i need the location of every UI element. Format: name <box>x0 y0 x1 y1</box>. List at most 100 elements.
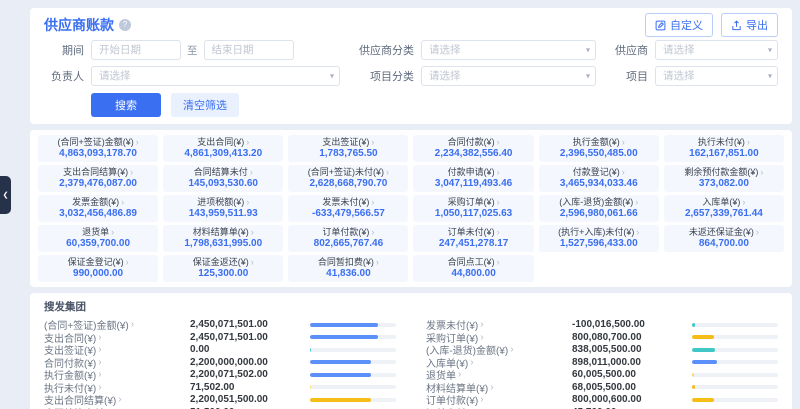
group-metric-row[interactable]: 合同付款(¥)› 2,200,000,000.00 <box>44 357 396 368</box>
summary-metric-card[interactable]: 退货单› 60,359,700.00 <box>38 225 158 252</box>
chevron-right-icon: › <box>490 382 493 393</box>
sidebar-collapse-handle[interactable]: ❮ <box>0 176 11 214</box>
export-button[interactable]: 导出 <box>721 13 778 37</box>
metric-mini-bar <box>310 385 396 389</box>
metric-mini-bar <box>310 360 396 364</box>
summary-metric-card[interactable]: 付款申请(¥)› 3,047,119,493.46 <box>413 165 533 192</box>
filter-supplier: 供应商 ▾ <box>608 40 778 60</box>
group-name: 搜发集团 <box>44 299 778 314</box>
group-metric-value: 2,200,071,502.00 <box>190 369 310 380</box>
group-metric-row[interactable]: 发票未付(¥)› -100,016,500.00 <box>426 319 778 330</box>
summary-metric-card[interactable]: (执行+入库)未付(¥)› 1,527,596,433.00 <box>539 225 659 252</box>
group-metric-value: 60,005,500.00 <box>572 369 692 380</box>
group-metric-row[interactable]: 支出签证(¥)› 0.00 <box>44 344 396 355</box>
main-content: 供应商账款 ? 自定义 导出 <box>30 8 792 409</box>
summary-metric-card[interactable]: 合同付款(¥)› 2,234,382,556.40 <box>413 135 533 162</box>
group-metric-row[interactable]: 采购订单(¥)› 800,080,700.00 <box>426 332 778 343</box>
bar-fill <box>310 335 378 339</box>
group-metric-value: 800,080,700.00 <box>572 332 692 343</box>
supplier-select[interactable] <box>655 40 778 60</box>
summary-metric-card[interactable]: 支出签证(¥)› 1,783,765.50 <box>288 135 408 162</box>
metric-label: 合同暂扣费(¥)› <box>290 257 406 267</box>
chevron-right-icon: › <box>470 357 473 368</box>
metric-label: 剩余预付款金额(¥)› <box>666 167 782 177</box>
chevron-right-icon: › <box>98 344 101 355</box>
summary-metric-card[interactable]: 未返还保证金(¥)› 864,700.00 <box>664 225 784 252</box>
chevron-right-icon: › <box>118 394 121 405</box>
metric-value: 4,861,309,413.20 <box>165 148 281 159</box>
group-metric-row[interactable]: (入库-退货)金额(¥)› 838,005,500.00 <box>426 344 778 355</box>
bar-fill <box>692 360 717 364</box>
summary-metrics-grid: (合同+签证)金额(¥)› 4,863,093,178.70 支出合同(¥)› … <box>38 135 784 282</box>
supplier-category-select[interactable] <box>421 40 596 60</box>
chevron-right-icon: › <box>497 227 500 237</box>
metric-mini-bar <box>692 385 778 389</box>
group-metric-row[interactable]: 执行未付(¥)› 71,502.00 <box>44 382 396 393</box>
search-button[interactable]: 搜索 <box>91 93 161 117</box>
bar-fill <box>692 398 714 402</box>
chevron-right-icon: › <box>497 167 500 177</box>
summary-metric-card[interactable]: 采购订单(¥)› 1,050,117,025.63 <box>413 195 533 222</box>
chevron-right-icon: › <box>756 227 759 237</box>
summary-metric-card[interactable]: 进项税额(¥)› 143,959,511.93 <box>163 195 283 222</box>
bar-fill <box>310 360 371 364</box>
metric-label: 订单付款(¥)› <box>290 227 406 237</box>
summary-metric-card[interactable]: 合同点工(¥)› 44,800.00 <box>413 255 533 282</box>
summary-metric-card[interactable]: 剩余预付款金额(¥)› 373,082.00 <box>664 165 784 192</box>
chevron-right-icon: › <box>371 227 374 237</box>
summary-metric-card[interactable]: (合同+签证)未付(¥)› 2,628,668,790.70 <box>288 165 408 192</box>
summary-metric-card[interactable]: 发票未付(¥)› -633,479,566.57 <box>288 195 408 222</box>
summary-metric-card[interactable]: 支出合同(¥)› 4,861,309,413.20 <box>163 135 283 162</box>
project-category-select[interactable] <box>421 66 596 86</box>
summary-metric-card[interactable]: 订单未付(¥)› 247,451,278.17 <box>413 225 533 252</box>
summary-metric-card[interactable]: (合同+签证)金额(¥)› 4,863,093,178.70 <box>38 135 158 162</box>
filter-period-label: 期间 <box>44 42 84 58</box>
chevron-right-icon: › <box>111 227 114 237</box>
group-metric-value: 898,011,000.00 <box>572 357 692 368</box>
summary-metric-card[interactable]: 合同暂扣费(¥)› 41,836.00 <box>288 255 408 282</box>
group-metric-row[interactable]: 入库单(¥)› 898,011,000.00 <box>426 357 778 368</box>
group-metric-row[interactable]: 支出合同(¥)› 2,450,071,501.00 <box>44 332 396 343</box>
clear-filters-button[interactable]: 清空筛选 <box>171 93 239 117</box>
summary-metric-card[interactable]: 保证金返还(¥)› 125,300.00 <box>163 255 283 282</box>
chevron-right-icon: › <box>136 137 139 147</box>
chevron-left-icon: ❮ <box>3 191 9 199</box>
end-date-input[interactable] <box>204 40 294 60</box>
group-metric-value: 0.00 <box>190 344 310 355</box>
summary-metric-card[interactable]: 材料结算单(¥)› 1,798,631,995.00 <box>163 225 283 252</box>
group-metric-row[interactable]: 执行金额(¥)› 2,200,071,502.00 <box>44 369 396 380</box>
group-metric-row[interactable]: 退货单› 60,005,500.00 <box>426 369 778 380</box>
summary-metric-card[interactable]: 订单付款(¥)› 802,665,767.46 <box>288 225 408 252</box>
metric-label: 合同结算未付› <box>165 167 281 177</box>
bar-fill <box>310 348 311 352</box>
project-select[interactable] <box>655 66 778 86</box>
summary-metrics-panel: (合同+签证)金额(¥)› 4,863,093,178.70 支出合同(¥)› … <box>30 130 792 287</box>
filter-supplier-category-label: 供应商分类 <box>352 42 414 58</box>
summary-metric-card[interactable]: 付款登记(¥)› 3,465,934,033.46 <box>539 165 659 192</box>
summary-metric-card[interactable]: (入库-退货)金额(¥)› 2,596,980,061.66 <box>539 195 659 222</box>
metric-value: 162,167,851.00 <box>666 148 782 159</box>
start-date-input[interactable] <box>91 40 181 60</box>
owner-select[interactable] <box>91 66 340 86</box>
group-metric-row[interactable]: 材料结算单(¥)› 68,005,500.00 <box>426 382 778 393</box>
summary-metric-card[interactable]: 保证金登记(¥)› 990,000.00 <box>38 255 158 282</box>
metric-value: 990,000.00 <box>40 268 156 279</box>
summary-metric-card[interactable]: 支出合同结算(¥)› 2,379,476,087.00 <box>38 165 158 192</box>
chevron-right-icon: › <box>371 197 374 207</box>
summary-metric-card[interactable]: 执行未付(¥)› 162,167,851.00 <box>664 135 784 162</box>
filter-owner-label: 负责人 <box>44 68 84 84</box>
metric-mini-bar <box>310 398 396 402</box>
group-metric-row[interactable]: (合同+签证)金额(¥)› 2,450,071,501.00 <box>44 319 396 330</box>
summary-metric-card[interactable]: 执行金额(¥)› 2,396,550,485.00 <box>539 135 659 162</box>
summary-metric-card[interactable]: 合同结算未付› 145,093,530.60 <box>163 165 283 192</box>
chevron-right-icon: › <box>760 167 763 177</box>
customize-button[interactable]: 自定义 <box>645 13 713 37</box>
metric-label: 付款登记(¥)› <box>541 167 657 177</box>
summary-metric-card[interactable]: 发票金额(¥)› 3,032,456,486.89 <box>38 195 158 222</box>
chevron-right-icon: › <box>251 227 254 237</box>
summary-metric-card[interactable]: 入库单(¥)› 2,657,339,761.44 <box>664 195 784 222</box>
help-icon[interactable]: ? <box>119 19 131 31</box>
group-metric-row[interactable]: 支出合同结算(¥)› 2,200,051,500.00 <box>44 394 396 405</box>
group-metric-row[interactable]: 订单付款(¥)› 800,000,600.00 <box>426 394 778 405</box>
metric-label: 支出合同结算(¥)› <box>40 167 156 177</box>
